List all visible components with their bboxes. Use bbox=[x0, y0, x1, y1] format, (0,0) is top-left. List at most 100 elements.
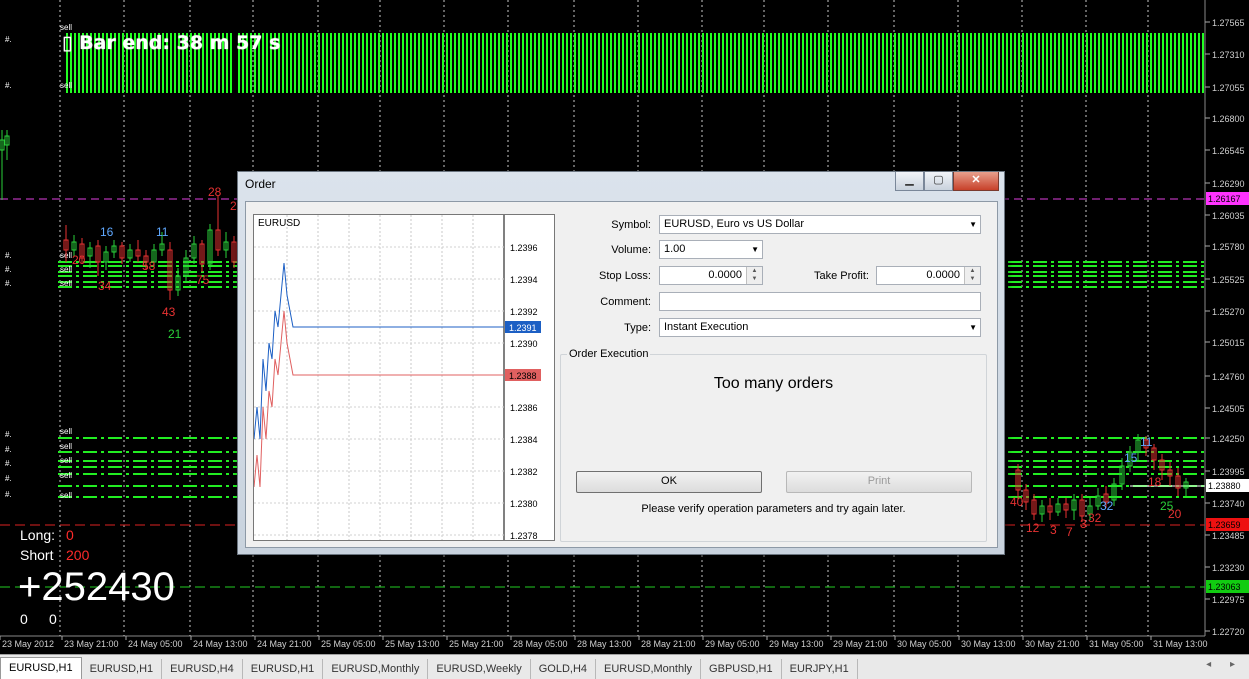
symbol-select[interactable]: EURUSD, Euro vs US Dollar ▼ bbox=[659, 215, 981, 234]
tab-chart[interactable]: EURUSD,Monthly bbox=[323, 659, 429, 679]
sell-signal-bar bbox=[306, 33, 308, 93]
sell-label: sell bbox=[60, 456, 72, 465]
maximize-icon[interactable]: ▢ bbox=[924, 172, 953, 191]
volume-select[interactable]: 1.00 ▼ bbox=[659, 240, 763, 259]
comment-input[interactable] bbox=[659, 292, 981, 311]
sell-label: sell bbox=[60, 23, 72, 32]
order-dialog: Order ▁ ▢ ✕ 1.2396 1.2394 1.2392 1.2390 1.23… bbox=[237, 171, 1005, 555]
sell-signal-bar bbox=[858, 33, 860, 93]
sell-signal-bar bbox=[718, 33, 720, 93]
sell-signal-bar bbox=[1038, 33, 1040, 93]
tab-chart[interactable]: EURUSD,Weekly bbox=[428, 659, 531, 679]
sell-signal-bar bbox=[454, 33, 456, 93]
sell-signal-bar bbox=[314, 33, 316, 93]
chevron-down-icon: ▼ bbox=[969, 323, 977, 332]
tick-price-label: 1.2380 bbox=[510, 499, 538, 509]
stoploss-spin-icon[interactable]: ▲ ▼ bbox=[746, 267, 762, 284]
tab-chart[interactable]: EURUSD,H4 bbox=[162, 659, 243, 679]
bar-count-label: 32 bbox=[1100, 499, 1114, 513]
sell-signal-bar bbox=[558, 33, 560, 93]
sell-signal-bar bbox=[574, 33, 576, 93]
sell-signal-bar bbox=[1166, 33, 1168, 93]
tab-scroll-arrows[interactable]: ◂ ▸ bbox=[1206, 659, 1243, 670]
sell-signal-bar bbox=[526, 33, 528, 93]
sell-signal-bar bbox=[650, 33, 652, 93]
tab-chart[interactable]: GBPUSD,H1 bbox=[701, 659, 782, 679]
type-select[interactable]: Instant Execution ▼ bbox=[659, 318, 981, 337]
sell-signal-bar bbox=[774, 33, 776, 93]
sell-signal-bar bbox=[1066, 33, 1068, 93]
price-tick-label: 1.23995 bbox=[1212, 467, 1245, 477]
sell-signal-bar bbox=[854, 33, 856, 93]
takeprofit-input[interactable]: 0.0000 ▲ ▼ bbox=[876, 266, 981, 285]
sell-signal-bar bbox=[1178, 33, 1180, 93]
sell-signal-bar bbox=[482, 33, 484, 93]
bar-count-label: 40 bbox=[1010, 495, 1024, 509]
stoploss-value: 0.0000 bbox=[708, 269, 742, 281]
time-tick-label: 30 May 05:00 bbox=[897, 639, 952, 649]
comment-label: Comment: bbox=[600, 296, 651, 308]
error-message: Too many orders bbox=[713, 375, 834, 392]
sell-signal-bar bbox=[686, 33, 688, 93]
bar-count-label: 3 bbox=[1080, 517, 1087, 531]
tab-chart[interactable]: EURUSD,H1 bbox=[0, 657, 82, 679]
price-tick-label: 1.27565 bbox=[1212, 18, 1245, 28]
sell-signal-bar bbox=[674, 33, 676, 93]
minimize-icon[interactable]: ▁ bbox=[895, 172, 924, 191]
bar-count-label: 32 bbox=[1088, 511, 1102, 525]
sell-signal-bar bbox=[406, 33, 408, 93]
tab-chart[interactable]: GOLD,H4 bbox=[531, 659, 597, 679]
sell-signal-bar bbox=[646, 33, 648, 93]
sell-signal-bar bbox=[898, 33, 900, 93]
sell-signal-bar bbox=[754, 33, 756, 93]
tick-price-label: 1.2382 bbox=[510, 467, 538, 477]
sell-signal-bar bbox=[374, 33, 376, 93]
sell-signal-bar bbox=[946, 33, 948, 93]
sell-signal-bar bbox=[798, 33, 800, 93]
sell-label: sell bbox=[60, 279, 72, 288]
tick-chart-canvas: 1.2396 1.2394 1.2392 1.2390 1.2386 1.2384 1.23… bbox=[254, 215, 541, 540]
sell-signal-bar bbox=[830, 33, 832, 93]
price-marker-pink-label: 1.26167 bbox=[1208, 194, 1241, 204]
close-icon[interactable]: ✕ bbox=[953, 172, 999, 191]
sell-signal-bar bbox=[770, 33, 772, 93]
time-tick-label: 25 May 13:00 bbox=[385, 639, 440, 649]
time-tick-label: 23 May 21:00 bbox=[64, 639, 119, 649]
time-tick-label: 29 May 13:00 bbox=[769, 639, 824, 649]
sell-signal-bar bbox=[1198, 33, 1200, 93]
print-button[interactable]: Print bbox=[786, 471, 972, 493]
sell-signal-bar bbox=[822, 33, 824, 93]
sell-signal-bar bbox=[1150, 33, 1152, 93]
sell-signal-bar bbox=[894, 33, 896, 93]
stoploss-input[interactable]: 0.0000 ▲ ▼ bbox=[659, 266, 763, 285]
sell-signal-bar bbox=[1050, 33, 1052, 93]
sell-signal-bar bbox=[786, 33, 788, 93]
sell-signal-bar bbox=[890, 33, 892, 93]
sell-signal-bar bbox=[966, 33, 968, 93]
sell-signal-bar bbox=[1010, 33, 1012, 93]
sell-signal-bar bbox=[1146, 33, 1148, 93]
sell-signal-bar bbox=[734, 33, 736, 93]
tick-chart-symbol: EURUSD bbox=[258, 218, 301, 229]
sell-signal-bar bbox=[486, 33, 488, 93]
sell-signal-bar bbox=[974, 33, 976, 93]
sell-signal-bar bbox=[766, 33, 768, 93]
tab-chart[interactable]: EURUSD,Monthly bbox=[596, 659, 702, 679]
sell-signal-bar bbox=[1094, 33, 1096, 93]
sell-signal-bar bbox=[430, 33, 432, 93]
takeprofit-spin-icon[interactable]: ▲ ▼ bbox=[964, 267, 980, 284]
sell-signal-bar bbox=[1118, 33, 1120, 93]
sell-signal-bar bbox=[562, 33, 564, 93]
price-tick-label: 1.27055 bbox=[1212, 83, 1245, 93]
tab-chart[interactable]: EURJPY,H1 bbox=[782, 659, 858, 679]
sell-signal-bar bbox=[1134, 33, 1136, 93]
sell-signal-bar bbox=[570, 33, 572, 93]
tab-chart[interactable]: EURUSD,H1 bbox=[82, 659, 163, 679]
type-value: Instant Execution bbox=[664, 321, 749, 333]
sell-signal-bar bbox=[950, 33, 952, 93]
bar-count-label: 11 bbox=[1140, 435, 1153, 449]
sell-signal-bar bbox=[722, 33, 724, 93]
short-label: Short bbox=[20, 547, 54, 563]
tab-chart[interactable]: EURUSD,H1 bbox=[243, 659, 324, 679]
ok-button[interactable]: OK bbox=[576, 471, 762, 493]
